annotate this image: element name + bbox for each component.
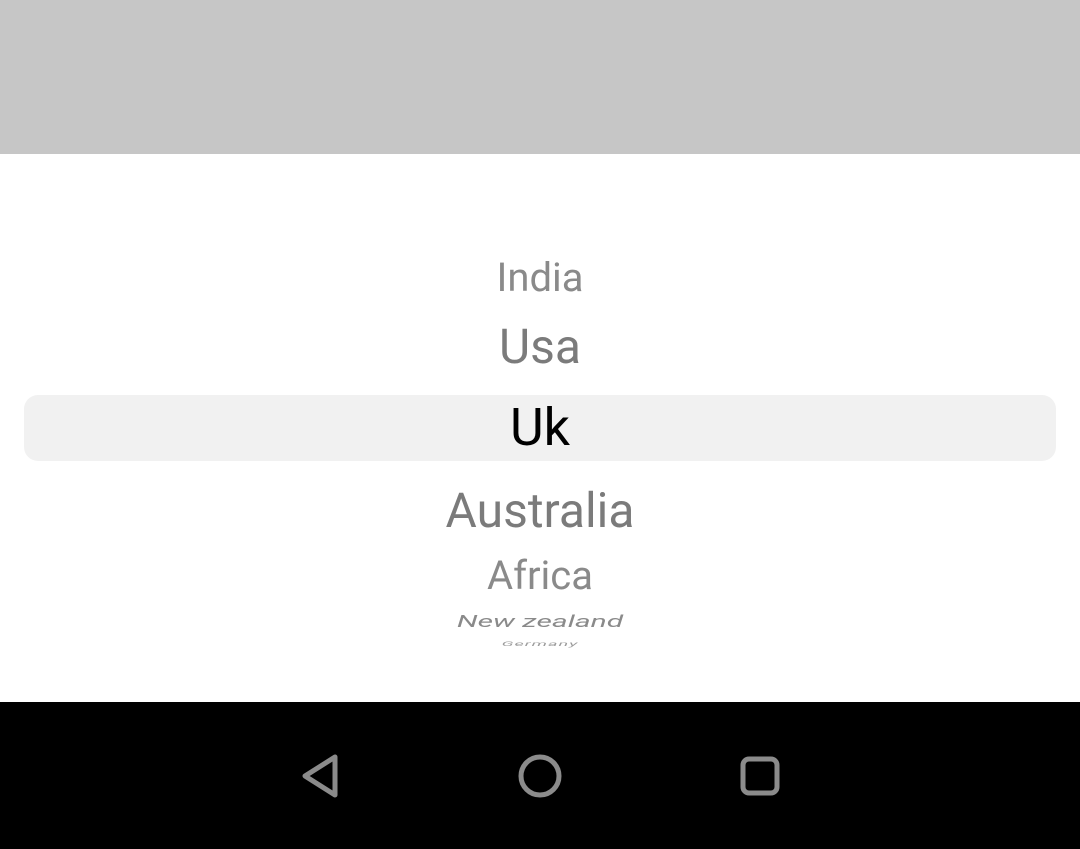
- top-background-panel: [0, 0, 1080, 154]
- home-button[interactable]: [517, 753, 563, 799]
- picker-item-usa[interactable]: Usa: [0, 315, 1080, 379]
- picker-item-africa[interactable]: Africa: [0, 549, 1080, 603]
- picker-item-india[interactable]: India: [0, 251, 1080, 305]
- circle-home-icon: [517, 753, 563, 799]
- picker-item-uk-selected[interactable]: Uk: [0, 395, 1080, 461]
- recents-button[interactable]: [739, 755, 781, 797]
- picker-item-germany[interactable]: Germany: [0, 641, 1080, 648]
- country-wheel-picker[interactable]: India Usa Uk Australia Africa New zealan…: [0, 154, 1080, 702]
- android-navigation-bar: [0, 702, 1080, 849]
- back-button[interactable]: [299, 753, 341, 799]
- triangle-back-icon: [299, 753, 341, 799]
- picker-item-new-zealand[interactable]: New zealand: [0, 612, 1080, 632]
- square-recents-icon: [739, 755, 781, 797]
- picker-item-australia[interactable]: Australia: [0, 479, 1080, 543]
